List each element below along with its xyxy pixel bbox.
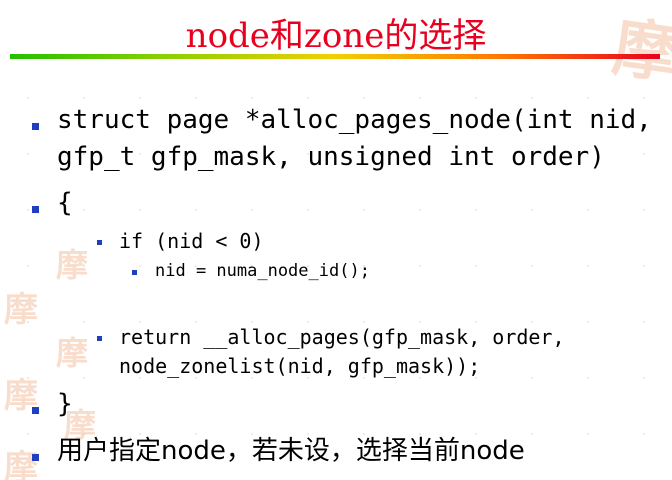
slide-title: node和zone的选择 xyxy=(185,16,487,56)
bullet-icon xyxy=(97,240,102,245)
bullet-icon xyxy=(32,206,39,213)
code-line: { xyxy=(57,188,73,218)
bullet-icon xyxy=(32,454,39,461)
code-line: } xyxy=(57,389,73,419)
code-line: struct page *alloc_pages_node(int nid, xyxy=(57,105,652,135)
calligraphy-watermark: 摩 xyxy=(56,246,89,284)
bullet-icon xyxy=(32,123,39,130)
code-line: return __alloc_pages(gfp_mask, order, xyxy=(119,325,565,349)
title-underline xyxy=(10,54,660,59)
bullet-icon xyxy=(97,336,102,341)
bullet-icon xyxy=(32,407,39,414)
code-line: node_zonelist(nid, gfp_mask)); xyxy=(119,354,481,378)
slide: 摩 摩 摩 摩 摩 摩 摩 node和zone的选择 struct page *… xyxy=(0,0,672,480)
calligraphy-watermark: 摩 xyxy=(56,334,89,372)
code-line: if (nid < 0) xyxy=(119,229,264,253)
code-line: nid = numa_node_id(); xyxy=(155,261,370,281)
bullet-text: 用户指定node，若未设，选择当前node xyxy=(57,436,525,466)
calligraphy-watermark: 摩 xyxy=(4,290,38,330)
code-line: gfp_t gfp_mask, unsigned int order) xyxy=(57,142,605,172)
bullet-icon xyxy=(132,270,137,275)
